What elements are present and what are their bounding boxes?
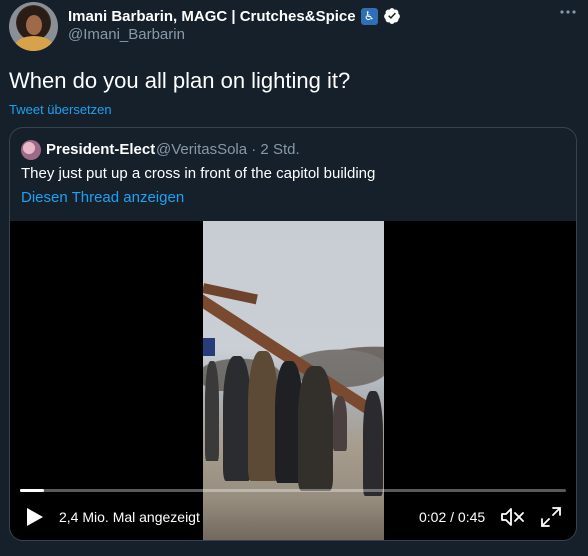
quoted-author-name[interactable]: President-Elect xyxy=(46,141,155,158)
more-icon[interactable] xyxy=(558,6,578,18)
crowd-person xyxy=(298,366,333,491)
show-thread-link[interactable]: Diesen Thread anzeigen xyxy=(21,189,184,206)
video-progress-fill xyxy=(20,489,45,492)
video-progress-bar[interactable] xyxy=(20,489,566,492)
quoted-meta: @VeritasSola · 2 Std. xyxy=(156,141,300,158)
fullscreen-icon[interactable] xyxy=(540,506,562,528)
mute-icon[interactable] xyxy=(500,506,526,528)
avatar-shirt xyxy=(15,36,53,51)
author-name[interactable]: Imani Barbarin, MAGC | Crutches&Spice xyxy=(68,8,356,25)
crowd-person xyxy=(363,391,383,496)
play-icon[interactable] xyxy=(26,507,44,527)
crowd-person xyxy=(223,356,251,481)
tweet-text: When do you all plan on lighting it? xyxy=(9,68,351,93)
author-name-row[interactable]: Imani Barbarin, MAGC | Crutches&Spice ♿ xyxy=(68,6,401,26)
video-time: 0:02 / 0:45 xyxy=(419,509,486,525)
video-flag xyxy=(203,338,215,356)
crowd-person xyxy=(333,396,347,451)
view-count: 2,4 Mio. Mal angezeigt xyxy=(59,509,200,525)
video-frame xyxy=(203,221,384,540)
video-crowd xyxy=(203,351,384,496)
author-handle[interactable]: @Imani_Barbarin xyxy=(68,26,185,43)
translate-link[interactable]: Tweet übersetzen xyxy=(9,102,112,117)
verified-icon xyxy=(383,8,400,24)
avatar-face xyxy=(26,15,42,35)
quoted-avatar[interactable] xyxy=(21,140,41,160)
wheelchair-icon: ♿ xyxy=(360,7,378,25)
crowd-person xyxy=(248,351,278,481)
author-avatar[interactable] xyxy=(9,2,58,51)
quoted-tweet[interactable]: President-Elect @VeritasSola · 2 Std. Th… xyxy=(9,127,577,541)
crowd-person xyxy=(205,361,219,461)
video-player[interactable]: 2,4 Mio. Mal angezeigt 0:02 / 0:45 xyxy=(10,221,576,540)
quoted-text: They just put up a cross in front of the… xyxy=(21,165,376,182)
tweet: Imani Barbarin, MAGC | Crutches&Spice ♿ … xyxy=(0,0,588,556)
